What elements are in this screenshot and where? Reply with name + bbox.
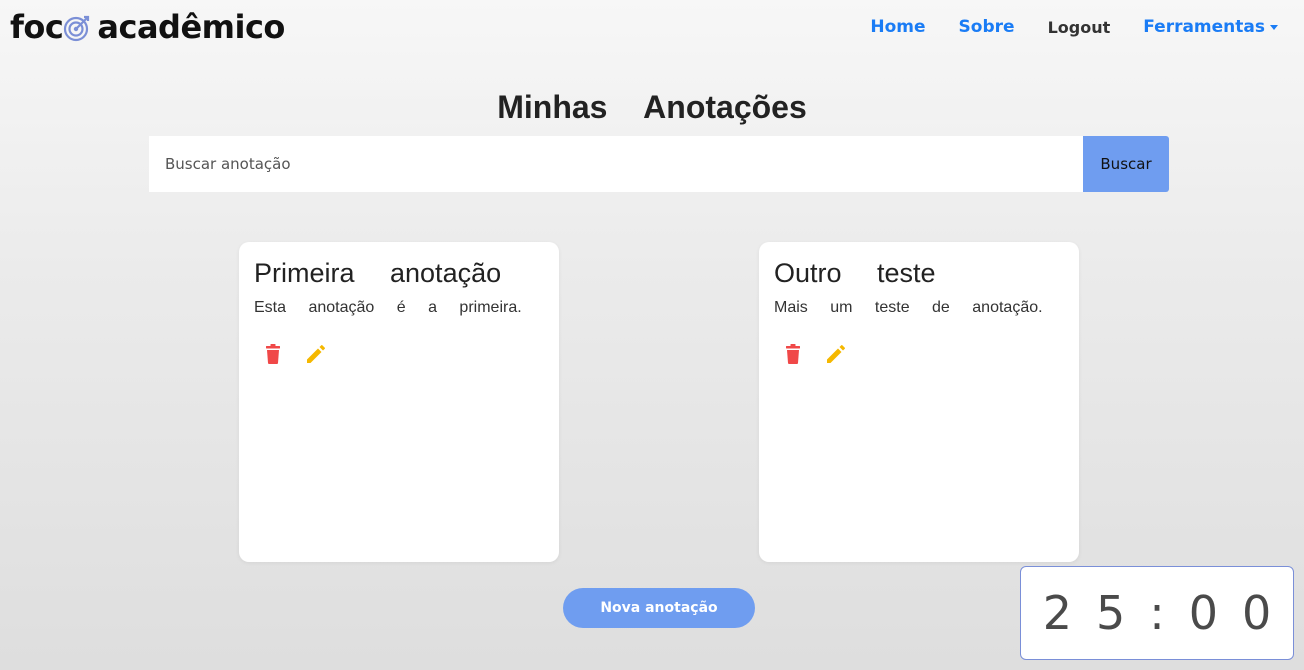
target-icon [64,15,90,42]
note-title: Outro teste [774,258,936,288]
nav-about-link[interactable]: Sobre [959,17,1015,37]
navbar: foc acadêmico Home Sobre Logout Ferramen… [0,0,1304,58]
note-text: Esta anotação é a primeira. [254,299,522,316]
trash-icon[interactable] [261,342,285,366]
pencil-icon[interactable] [824,342,848,366]
new-note-button[interactable]: Nova anotação [563,588,755,628]
note-title: Primeira anotação [254,258,502,288]
caret-down-icon [1270,24,1278,30]
trash-icon[interactable] [781,342,805,366]
note-actions [781,342,867,366]
page-title: Minhas Anotações [497,89,807,125]
brand-logo[interactable]: foc acadêmico [10,8,285,46]
brand-suffix: acadêmico [97,8,285,46]
note-text: Mais um teste de anotação. [774,299,1043,316]
nav-links: Home Sobre Logout Ferramentas [837,17,1278,37]
pencil-icon[interactable] [304,342,328,366]
search-input[interactable] [149,136,1083,192]
search-bar: Buscar [149,136,1169,192]
note-card: Outro teste Mais um teste de anotação. [759,242,1079,562]
nav-tools-dropdown[interactable]: Ferramentas [1143,17,1278,37]
pomodoro-timer[interactable]: 25:00 [1020,566,1294,660]
search-button[interactable]: Buscar [1083,136,1169,192]
brand-prefix: foc [10,8,64,46]
timer-display: 25:00 [1042,586,1296,640]
note-actions [261,342,347,366]
nav-logout-link[interactable]: Logout [1048,18,1111,37]
nav-home-link[interactable]: Home [870,17,925,37]
note-card: Primeira anotação Esta anotação é a prim… [239,242,559,562]
nav-tools-label: Ferramentas [1143,17,1265,37]
